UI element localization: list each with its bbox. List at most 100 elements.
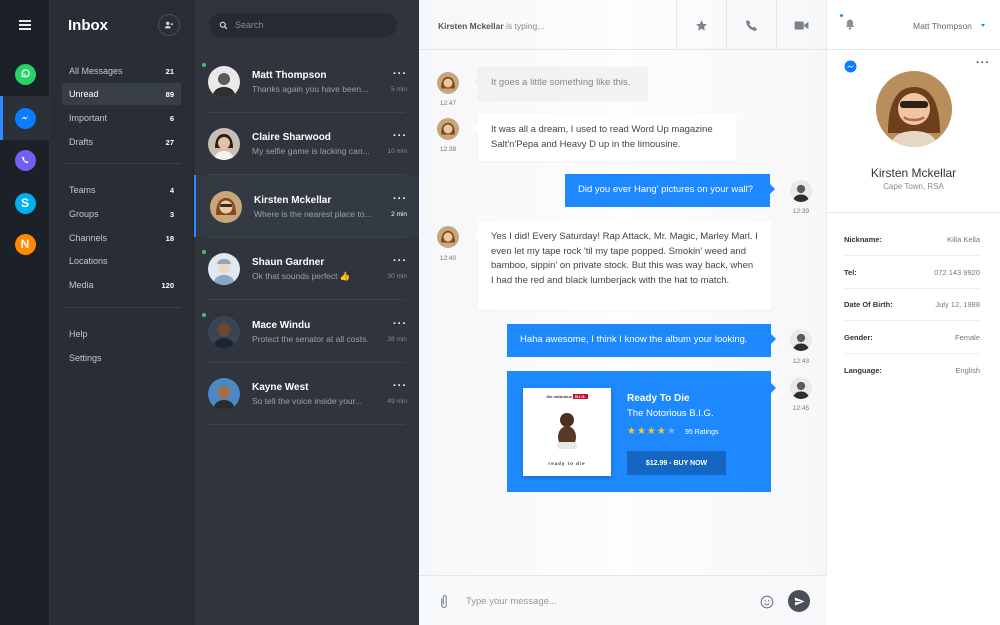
nav-important[interactable]: Important 6	[62, 107, 181, 129]
sender-avatar	[437, 226, 459, 248]
message-time: 12:47	[439, 100, 457, 107]
nav-groups[interactable]: Groups 3	[62, 203, 181, 225]
contact-name: Mace Windu	[252, 320, 311, 331]
favorite-button[interactable]	[676, 0, 726, 50]
album-artist: The Notorious B.I.G.	[627, 408, 714, 419]
online-indicator	[202, 250, 206, 254]
online-indicator	[202, 313, 206, 317]
call-button[interactable]	[726, 0, 776, 50]
chevron-down-icon[interactable]	[981, 24, 985, 27]
conversation-item-active[interactable]: Kirsten Mckellar Where is the nearest pl…	[194, 175, 419, 237]
sender-avatar	[437, 118, 459, 140]
menu-icon[interactable]	[0, 0, 50, 50]
buy-now-button[interactable]: $12.99 - BUY NOW	[627, 451, 726, 475]
video-call-button[interactable]	[776, 0, 826, 50]
more-icon[interactable]: ···	[393, 318, 407, 330]
message-time: 12:40	[439, 255, 457, 262]
nav-label: Locations	[69, 256, 108, 266]
send-button[interactable]	[788, 590, 810, 612]
typing-text: is typing...	[506, 21, 545, 31]
messenger-icon	[14, 107, 36, 129]
message-bubble-outgoing: Haha awesome, I think I know the album y…	[507, 324, 776, 357]
nav-count: 120	[161, 280, 174, 290]
album-cover-footer: ready to die	[548, 461, 586, 466]
album-title: Ready To Die	[627, 393, 690, 404]
message-snippet: My selfie game is lacking can...	[252, 146, 370, 156]
send-icon	[794, 596, 805, 606]
info-row-tel: Tel: 072 143 9920	[844, 256, 980, 289]
nav-all-messages[interactable]: All Messages 21	[62, 60, 181, 82]
avatar	[210, 191, 242, 223]
conversation-item[interactable]: Kayne West So tell the voice inside your…	[194, 362, 419, 424]
nav-teams[interactable]: Teams 4	[62, 179, 181, 201]
nav-help[interactable]: Help	[62, 323, 181, 345]
contact-name: Kayne West	[252, 382, 309, 393]
info-row-gender: Gender: Female	[844, 321, 980, 354]
current-user-name[interactable]: Matt Thompson	[913, 21, 972, 31]
conversation-item[interactable]: Matt Thompson Thanks again you have been…	[194, 50, 419, 112]
more-icon[interactable]: ···	[393, 193, 407, 205]
app-whatsapp[interactable]	[0, 52, 50, 96]
nav-media[interactable]: Media 120	[62, 274, 181, 296]
app-viber[interactable]	[0, 138, 50, 182]
nav-count: 27	[165, 137, 174, 147]
emoji-icon[interactable]	[760, 595, 774, 609]
nav-label: Channels	[69, 233, 108, 243]
attachment-icon[interactable]	[439, 594, 449, 609]
app-messenger[interactable]	[0, 96, 50, 140]
n-app-icon: N	[14, 233, 36, 255]
nav-drafts[interactable]: Drafts 27	[62, 131, 181, 153]
viber-icon	[14, 149, 36, 171]
star-icon	[696, 19, 707, 31]
nav-label: Teams	[69, 185, 96, 195]
sender-avatar	[437, 72, 459, 94]
phone-icon	[746, 19, 757, 31]
nav-settings[interactable]: Settings	[62, 347, 181, 369]
app-skype[interactable]: S	[0, 181, 50, 225]
message-time: 12:45	[792, 405, 810, 412]
contact-name: Kirsten Mckellar	[254, 195, 332, 206]
nav-unread[interactable]: Unread 89	[62, 83, 181, 105]
conversation-list: Search Matt Thompson Thanks again you ha…	[194, 0, 419, 625]
info-key: Tel:	[844, 267, 857, 277]
message-time: 12:38	[439, 146, 457, 153]
more-icon[interactable]: ···	[393, 68, 407, 80]
contact-name: Matt Thompson	[252, 70, 327, 81]
more-icon[interactable]: ···	[976, 57, 990, 69]
sender-avatar	[790, 377, 812, 399]
album-cover-top: the notorious	[546, 394, 572, 399]
conversation-item[interactable]: Mace Windu Protect the senator at all co…	[194, 300, 419, 362]
conversation-item[interactable]: Claire Sharwood My selfie game is lackin…	[194, 112, 419, 174]
avatar	[208, 316, 240, 348]
nav-locations[interactable]: Locations	[62, 250, 181, 272]
add-user-icon	[164, 21, 174, 29]
search-box[interactable]: Search	[209, 13, 397, 37]
conversation-item[interactable]: Shaun Gardner Ok that sounds perfect 👍 ·…	[194, 237, 419, 299]
nav-channels[interactable]: Channels 18	[62, 227, 181, 249]
contact-name: Shaun Gardner	[252, 257, 325, 268]
message-snippet: So tell the voice inside your...	[252, 396, 363, 406]
message-snippet: Thanks again you have been...	[252, 84, 369, 94]
sender-avatar	[790, 180, 812, 202]
bell-icon[interactable]	[844, 18, 856, 31]
search-input[interactable]: Search	[235, 20, 264, 30]
info-key: Gender:	[844, 332, 873, 342]
more-icon[interactable]: ···	[393, 380, 407, 392]
info-key: Nickname:	[844, 234, 882, 244]
profile-header: Matt Thompson	[827, 0, 1000, 50]
album-card[interactable]: the notorious B.I.G. ready to die Ready …	[507, 371, 776, 492]
message-input[interactable]: Type your message...	[466, 596, 557, 607]
nav-label: Groups	[69, 209, 99, 219]
avatar	[208, 66, 240, 98]
album-cover: the notorious B.I.G. ready to die	[523, 388, 611, 476]
nav-label: Help	[69, 329, 88, 339]
app-n[interactable]: N	[0, 222, 50, 266]
more-icon[interactable]: ···	[393, 130, 407, 142]
nav-label: Important	[69, 113, 108, 123]
message-bubble-incoming: It was all a dream, I used to read Word …	[474, 114, 737, 161]
add-contact-button[interactable]	[158, 14, 180, 36]
more-icon[interactable]: ···	[393, 255, 407, 267]
message-time: 2 min	[391, 211, 407, 218]
nav-label: Media	[69, 280, 94, 290]
nav-count: 4	[169, 185, 174, 195]
